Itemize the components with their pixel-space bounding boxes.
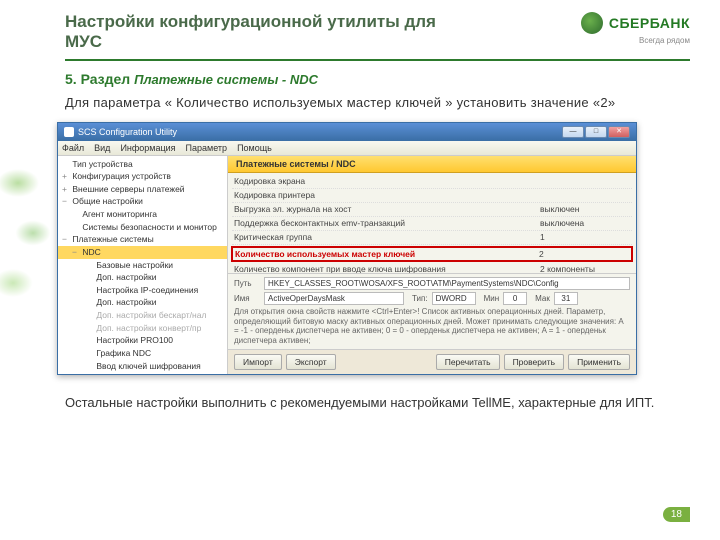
brand-tagline: Всегда рядом <box>639 36 690 45</box>
config-utility-window: SCS Configuration Utility — □ ✕ Файл Вид… <box>57 122 637 375</box>
brand-logo: СБЕРБАНК Всегда рядом <box>581 12 690 45</box>
close-button[interactable]: ✕ <box>608 126 630 138</box>
menu-file[interactable]: Файл <box>62 143 84 153</box>
header-divider <box>65 59 690 61</box>
tree-item[interactable]: Доп. настройки <box>58 296 227 309</box>
tree-item[interactable]: Тип устройства <box>58 158 227 171</box>
slide-title: Настройки конфигурационной утилиты для М… <box>65 12 465 53</box>
reread-button[interactable]: Перечитать <box>436 354 500 370</box>
param-row[interactable]: Выгрузка эл. журнала на хоствыключен <box>232 203 632 217</box>
window-titlebar[interactable]: SCS Configuration Utility — □ ✕ <box>58 123 636 141</box>
section-heading: 5. Раздел Платежные системы - NDC <box>65 71 690 87</box>
tree-item[interactable]: Доп. настройки <box>58 271 227 284</box>
param-row[interactable]: Количество компонент при вводе ключа шиф… <box>232 263 632 274</box>
max-label: Мак <box>535 294 550 303</box>
maximize-button[interactable]: □ <box>585 126 607 138</box>
menu-bar: Файл Вид Информация Параметр Помощь <box>58 141 636 156</box>
tree-item[interactable]: + Внешние серверы платежей <box>58 183 227 196</box>
minimize-button[interactable]: — <box>562 126 584 138</box>
param-row[interactable]: Количество используемых мастер ключей2 <box>231 246 633 262</box>
apply-button[interactable]: Применить <box>568 354 630 370</box>
param-row[interactable]: Кодировка экрана <box>232 175 632 189</box>
type-label: Тип: <box>412 294 428 303</box>
section-name: Платежные системы - NDC <box>134 72 318 87</box>
min-label: Мин <box>484 294 500 303</box>
path-label: Путь <box>234 279 260 288</box>
tree-item[interactable]: Системы безопасности и монитор <box>58 221 227 234</box>
param-row[interactable]: Поддержка бесконтактных emv-транзакцийвы… <box>232 217 632 231</box>
type-value: DWORD <box>432 292 476 305</box>
brand-name: СБЕРБАНК <box>609 15 690 31</box>
tree-item[interactable]: − NDC <box>58 246 227 259</box>
section-number: 5. Раздел <box>65 71 134 87</box>
button-row: Импорт Экспорт Перечитать Проверить Прим… <box>228 349 636 374</box>
path-value: HKEY_CLASSES_ROOT\WOSA/XFS_ROOT\ATM\Paym… <box>264 277 630 290</box>
tree-item[interactable]: + Конфигурация устройств <box>58 170 227 183</box>
max-value: 31 <box>554 292 578 305</box>
menu-view[interactable]: Вид <box>94 143 110 153</box>
tree-item[interactable]: Настройки PRO100 <box>58 334 227 347</box>
tree-item[interactable]: − Платежные системы <box>58 233 227 246</box>
param-row[interactable]: Кодировка принтера <box>232 189 632 203</box>
menu-param[interactable]: Параметр <box>186 143 228 153</box>
name-value: ActiveOperDaysMask <box>264 292 404 305</box>
param-description: Для открытия окна свойств нажмите <Ctrl+… <box>234 307 630 345</box>
param-row[interactable]: Критическая группа1 <box>232 231 632 245</box>
tree-item[interactable]: − Общие настройки <box>58 195 227 208</box>
check-button[interactable]: Проверить <box>504 354 565 370</box>
detail-panel: Путь HKEY_CLASSES_ROOT\WOSA/XFS_ROOT\ATM… <box>228 273 636 348</box>
tree-item[interactable]: Графика NDC <box>58 347 227 360</box>
window-title: SCS Configuration Utility <box>78 127 177 137</box>
app-icon <box>64 127 74 137</box>
panel-header: Платежные системы / NDC <box>228 156 636 173</box>
min-value: 0 <box>503 292 527 305</box>
param-list: Кодировка экранаКодировка принтераВыгруз… <box>228 173 636 274</box>
tree-item[interactable]: Базовые настройки <box>58 259 227 272</box>
tree-item[interactable]: + NDC2 <box>58 372 227 373</box>
footer-note: Остальные настройки выполнить с рекоменд… <box>65 393 690 413</box>
page-number: 18 <box>663 507 690 522</box>
tree-item[interactable]: Настройка IP-соединения <box>58 284 227 297</box>
tree-item[interactable]: Агент мониторинга <box>58 208 227 221</box>
menu-help[interactable]: Помощь <box>237 143 272 153</box>
menu-info[interactable]: Информация <box>120 143 175 153</box>
tree-item[interactable]: Доп. настройки конверт/пр <box>58 322 227 335</box>
tree-item[interactable]: Доп. настройки бескарт/нал <box>58 309 227 322</box>
tree-item[interactable]: Ввод ключей шифрования <box>58 360 227 373</box>
export-button[interactable]: Экспорт <box>286 354 336 370</box>
main-panel: Платежные системы / NDC Кодировка экрана… <box>228 156 636 374</box>
import-button[interactable]: Импорт <box>234 354 282 370</box>
name-label: Имя <box>234 294 260 303</box>
sberbank-icon <box>581 12 603 34</box>
instruction-text: Для параметра « Количество используемых … <box>65 93 690 114</box>
nav-tree[interactable]: Тип устройства+ Конфигурация устройств+ … <box>58 156 228 374</box>
